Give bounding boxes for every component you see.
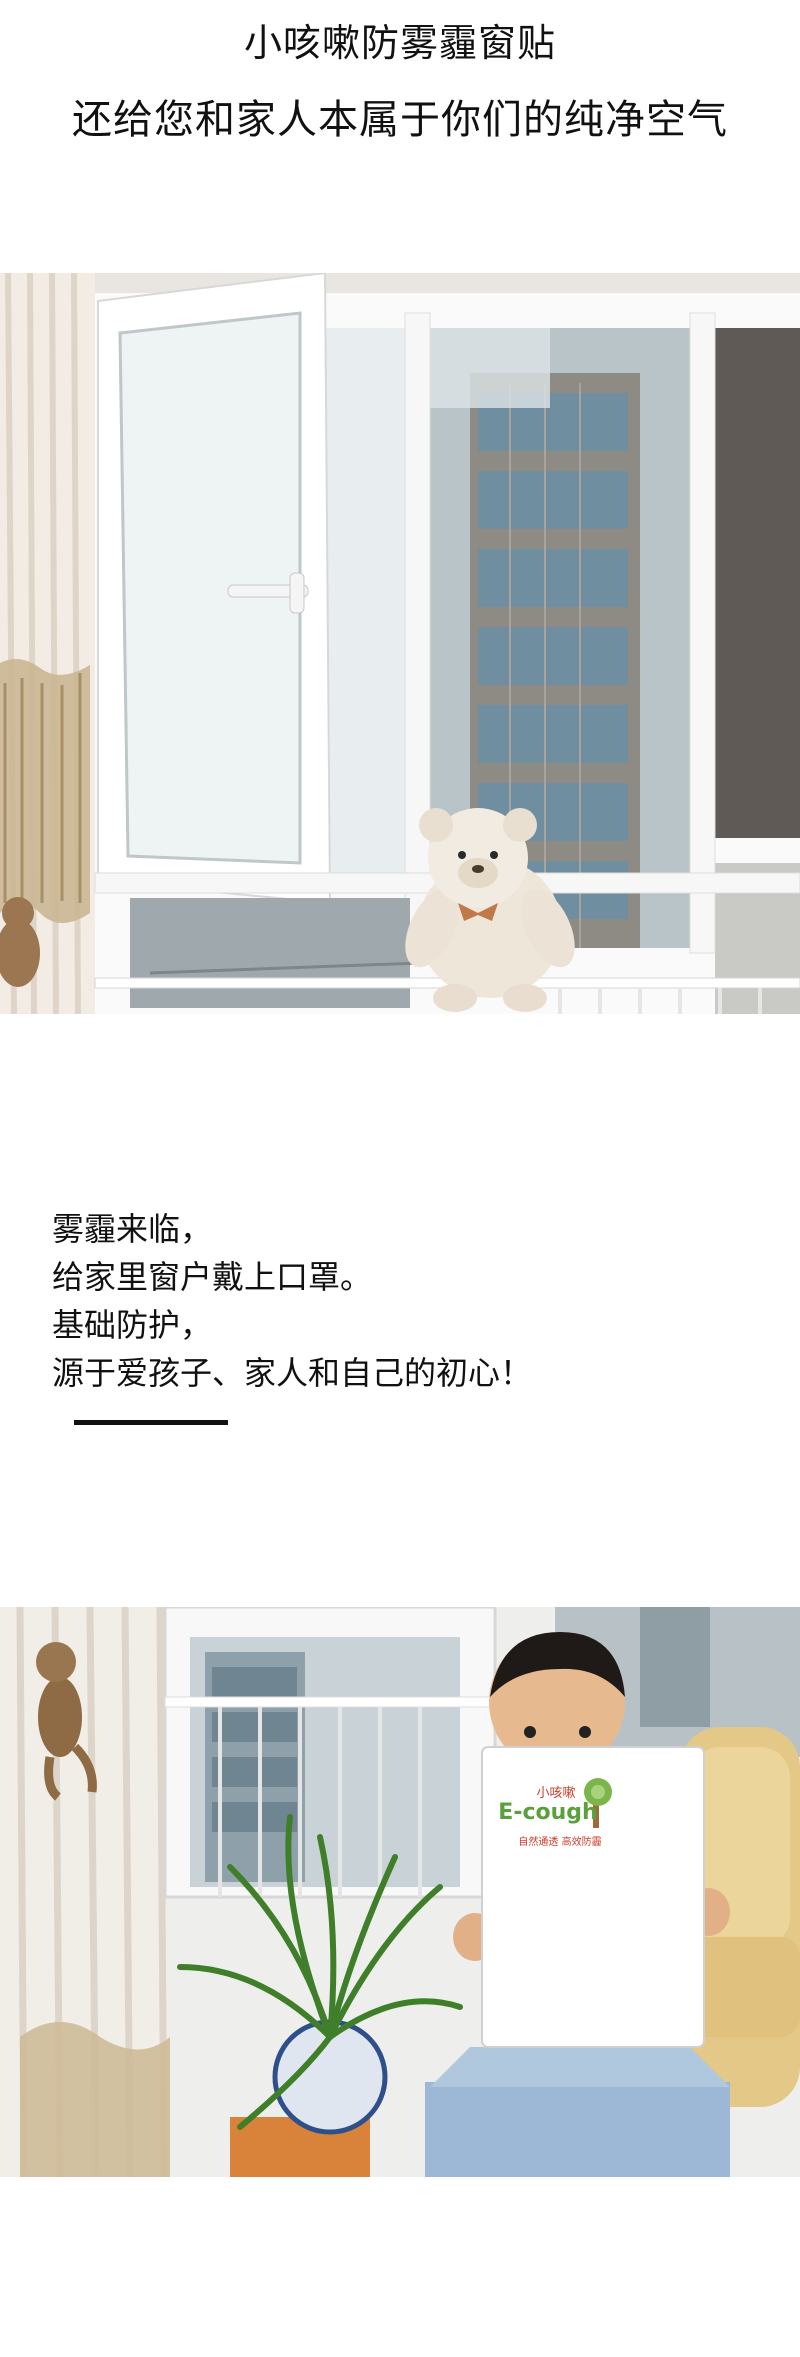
copy-line: 源于爱孩子、家人和自己的初心！ <box>52 1354 533 1392</box>
divider <box>74 1420 228 1425</box>
curtain-left <box>0 1607 170 2177</box>
copy-line: 雾霾来临， <box>52 1210 213 1248</box>
brand-tagline: 自然通透 高效防霾 <box>518 1835 601 1848</box>
boy-with-product-photo: 小咳嗽 E-cough 自然通透 高效防霾 <box>0 1607 800 2177</box>
intro-copy: 雾霾来临， 给家里窗户戴上口罩。 基础防护， 源于爱孩子、家人和自己的初心！ <box>52 1205 752 1397</box>
copy-line: 基础防护， <box>52 1306 213 1344</box>
product-card: 小咳嗽 E-cough 自然通透 高效防霾 <box>481 1746 705 2048</box>
page-subtitle: 还给您和家人本属于你们的纯净空气 <box>72 97 728 143</box>
copy-line: 给家里窗户戴上口罩。 <box>52 1258 373 1296</box>
page-title: 小咳嗽防雾霾窗贴 <box>243 21 556 65</box>
brand-en: E-cough <box>498 1800 597 1825</box>
brand-cn: 小咳嗽 <box>536 1786 575 1801</box>
window-teddy-bear-photo <box>0 273 800 1014</box>
